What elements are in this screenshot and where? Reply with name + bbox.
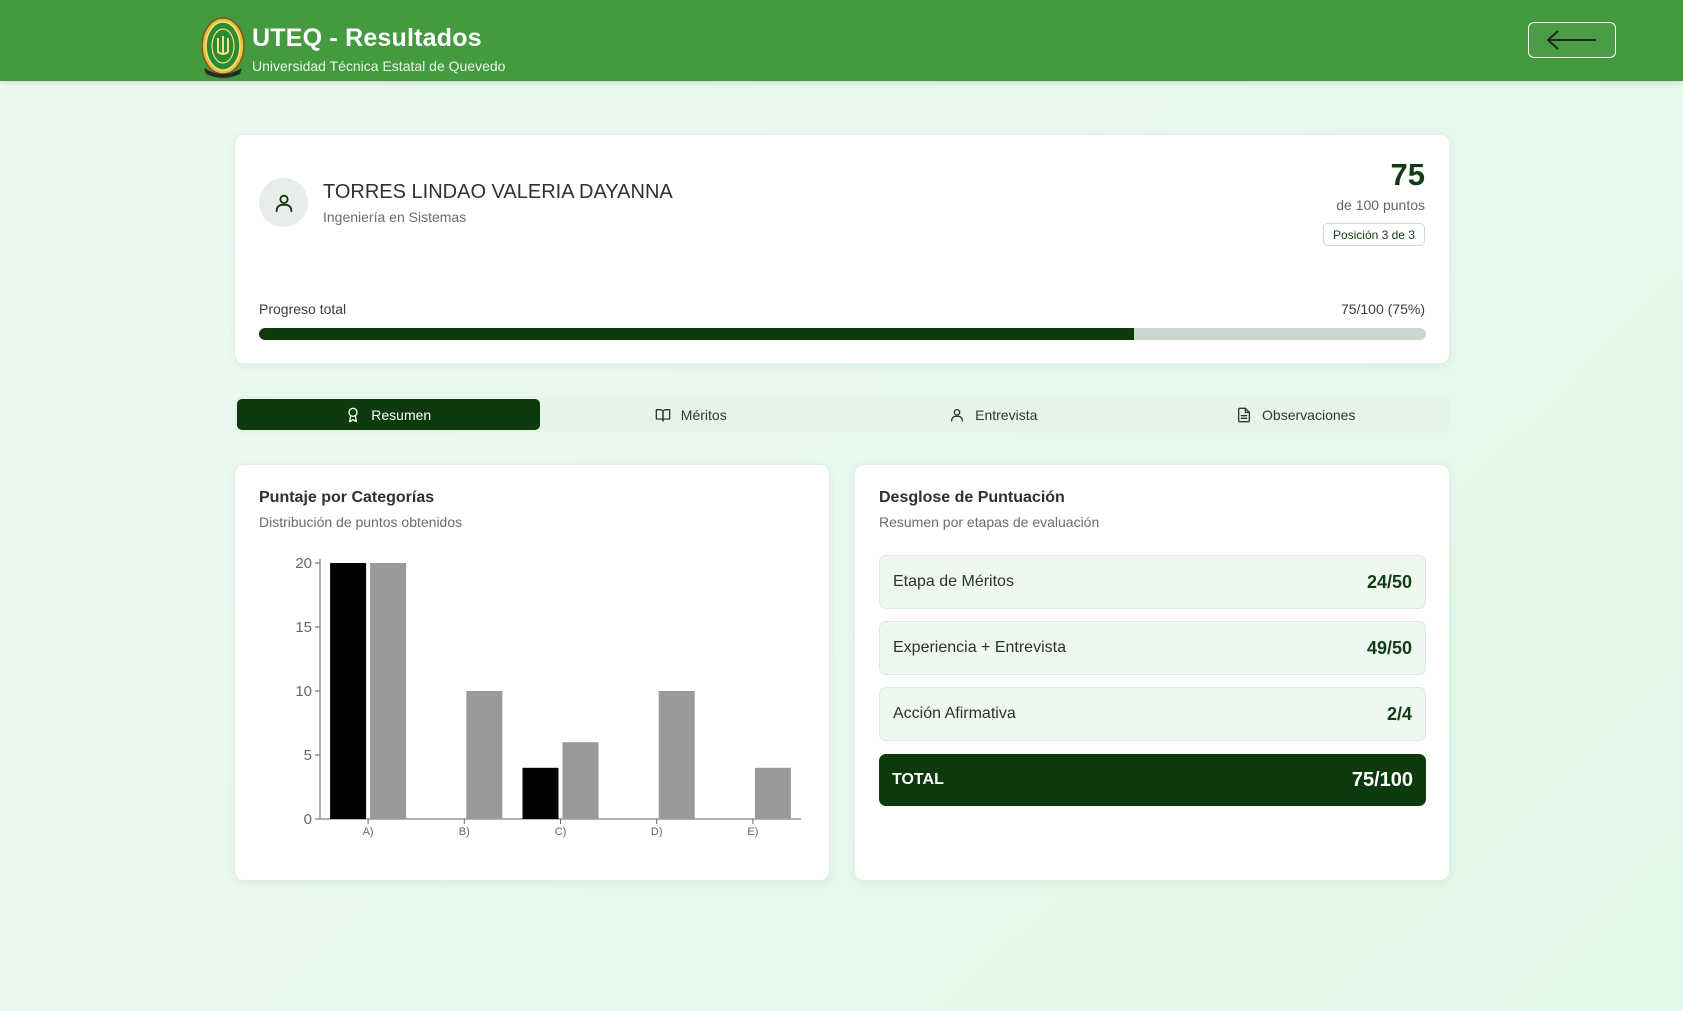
student-career: Ingeniería en Sistemas (323, 209, 467, 225)
tab-label: Entrevista (975, 406, 1038, 423)
file-text-icon (1238, 407, 1251, 422)
tab-observaciones[interactable]: Observaciones (1145, 399, 1448, 430)
y-tick-label: 10 (295, 683, 312, 700)
breakdown-subtitle: Resumen por etapas de evaluación (879, 514, 1100, 530)
y-tick-label: 0 (304, 811, 312, 828)
user-icon (275, 194, 292, 212)
student-profile-card: TORRES LINDAO VALERIA DAYANNA Ingeniería… (234, 134, 1450, 364)
score-max-label: de 100 puntos (1336, 197, 1425, 213)
category-bar-chart: 0 5 10 15 20 A) B) C) D) E) (295, 555, 801, 838)
row-label: Etapa de Méritos (893, 573, 1014, 590)
chart-bar (522, 767, 559, 819)
app-subtitle: Universidad Técnica Estatal de Quevedo (252, 58, 506, 74)
category-score-card: Puntaje por Categorías Distribución de p… (234, 464, 830, 881)
tab-meritos[interactable]: Méritos (540, 399, 843, 430)
back-button[interactable] (1528, 22, 1616, 58)
chart-bar (330, 563, 367, 819)
total-value: 75/100 (1351, 768, 1413, 791)
award-icon (348, 407, 358, 422)
breakdown-row-accion: Acción Afirmativa 2/4 (879, 687, 1426, 741)
tab-entrevista[interactable]: Entrevista (842, 399, 1145, 430)
row-value: 2/4 (1386, 703, 1412, 724)
user-icon (951, 408, 964, 422)
row-label: Experiencia + Entrevista (893, 639, 1066, 656)
arrow-left-icon (1546, 30, 1596, 50)
university-seal-icon (201, 17, 245, 78)
tab-label: Méritos (680, 406, 727, 423)
avatar (259, 178, 308, 227)
row-label: Acción Afirmativa (893, 705, 1016, 722)
app-title: UTEQ - Resultados (252, 24, 482, 52)
progress-bar (259, 328, 1426, 340)
row-value: 24/50 (1366, 571, 1412, 592)
x-tick-label: D) (651, 826, 663, 838)
chart-bar (754, 767, 791, 819)
x-tick-label: E) (747, 826, 758, 838)
breakdown-title: Desglose de Puntuación (879, 489, 1065, 506)
x-tick-label: C) (555, 826, 567, 838)
tab-label: Resumen (371, 406, 432, 423)
book-open-icon (655, 408, 671, 422)
total-score: 75 (1390, 157, 1425, 192)
progress-label: Progreso total (259, 301, 347, 317)
chart-bar (370, 563, 407, 819)
rank-badge: Posición 3 de 3 (1322, 223, 1425, 246)
breakdown-row-meritos: Etapa de Méritos 24/50 (879, 555, 1426, 609)
chart-bar (562, 742, 599, 819)
chart-bar (466, 691, 503, 819)
row-value: 49/50 (1366, 637, 1412, 658)
y-tick-label: 20 (295, 555, 312, 572)
tab-resumen[interactable]: Resumen (237, 399, 540, 430)
app-header: UTEQ - Resultados Universidad Técnica Es… (0, 0, 1683, 81)
x-tick-label: B) (459, 826, 470, 838)
progress-bar-fill (259, 328, 1135, 340)
chart-bar (658, 691, 695, 819)
total-label: TOTAL (892, 771, 944, 788)
y-tick-label: 5 (304, 747, 312, 764)
tab-bar: Resumen Méritos Entrevista Observaciones (234, 396, 1450, 433)
progress-value: 75/100 (75%) (1340, 301, 1425, 317)
score-breakdown-card: Desglose de Puntuación Resumen por etapa… (854, 464, 1450, 881)
tab-label: Observaciones (1262, 406, 1356, 423)
y-tick-label: 15 (295, 619, 312, 636)
x-tick-label: A) (363, 826, 374, 838)
breakdown-row-experiencia: Experiencia + Entrevista 49/50 (879, 621, 1426, 675)
total-row: TOTAL 75/100 (879, 754, 1426, 806)
student-name: TORRES LINDAO VALERIA DAYANNA (323, 181, 673, 203)
